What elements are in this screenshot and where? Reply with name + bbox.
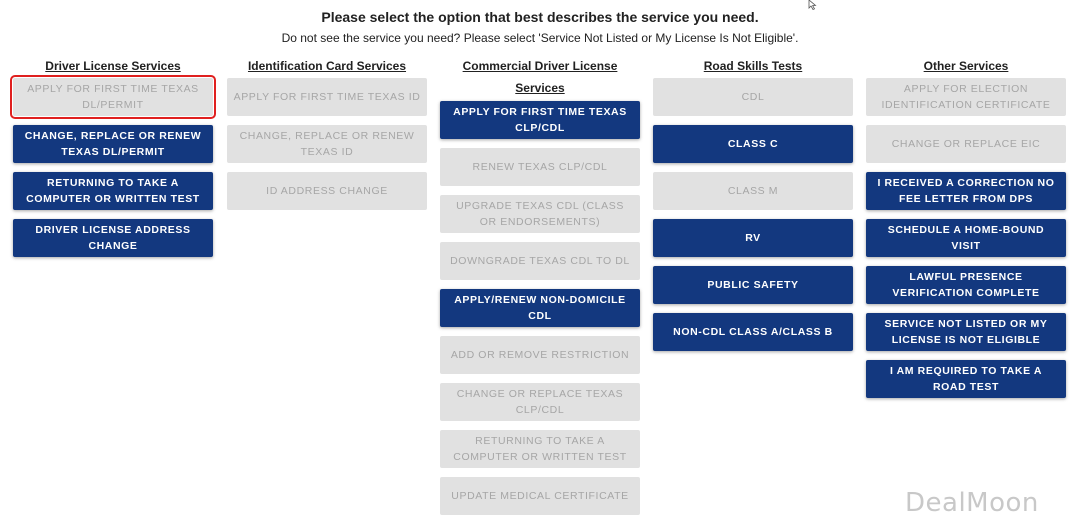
- column-title: Other Services: [923, 59, 1009, 73]
- btn-road-test-class-m[interactable]: CLASS M: [653, 172, 853, 210]
- btn-change-replace-eic[interactable]: CHANGE OR REPLACE EIC: [866, 125, 1066, 163]
- btn-returning-test-dl[interactable]: RETURNING TO TAKE A COMPUTER OR WRITTEN …: [13, 172, 213, 210]
- page-subtitle: Do not see the service you need? Please …: [281, 31, 799, 45]
- column-title: Identification Card Services: [247, 59, 407, 73]
- btn-apply-first-time-dl[interactable]: APPLY FOR FIRST TIME TEXAS DL/PERMIT: [10, 75, 216, 119]
- btn-returning-test-cdl[interactable]: RETURNING TO TAKE A COMPUTER OR WRITTEN …: [440, 430, 640, 468]
- btn-road-test-cdl[interactable]: CDL: [653, 78, 853, 116]
- btn-update-medical-certificate[interactable]: UPDATE MEDICAL CERTIFICATE: [440, 477, 640, 515]
- btn-non-domicile-cdl[interactable]: APPLY/RENEW NON-DOMICILE CDL: [440, 289, 640, 327]
- btn-apply-eic[interactable]: APPLY FOR ELECTION IDENTIFICATION CERTIF…: [866, 78, 1066, 116]
- btn-downgrade-cdl[interactable]: DOWNGRADE TEXAS CDL TO DL: [440, 242, 640, 280]
- btn-required-road-test[interactable]: I AM REQUIRED TO TAKE A ROAD TEST: [866, 360, 1066, 398]
- btn-road-test-non-cdl[interactable]: NON-CDL CLASS A/CLASS B: [653, 313, 853, 351]
- page-title: Please select the option that best descr…: [321, 9, 759, 25]
- column-road-skills-tests: Road Skills Tests CDL CLASS C CLASS M RV…: [653, 55, 853, 351]
- column-driver-license-services: Driver License Services APPLY FOR FIRST …: [10, 55, 216, 257]
- column-commercial-driver-license-services: Commercial Driver License Services APPLY…: [440, 55, 640, 515]
- column-identification-card-services: Identification Card Services APPLY FOR F…: [227, 55, 427, 210]
- btn-renew-cdl[interactable]: RENEW TEXAS CLP/CDL: [440, 148, 640, 186]
- btn-apply-first-time-id[interactable]: APPLY FOR FIRST TIME TEXAS ID: [227, 78, 427, 116]
- column-title: Road Skills Tests: [703, 59, 803, 73]
- btn-road-test-public-safety[interactable]: PUBLIC SAFETY: [653, 266, 853, 304]
- btn-change-replace-renew-id[interactable]: CHANGE, REPLACE OR RENEW TEXAS ID: [227, 125, 427, 163]
- mouse-cursor-icon: [808, 0, 817, 10]
- btn-apply-first-time-cdl[interactable]: APPLY FOR FIRST TIME TEXAS CLP/CDL: [440, 101, 640, 139]
- btn-home-bound-visit[interactable]: SCHEDULE A HOME-BOUND VISIT: [866, 219, 1066, 257]
- btn-road-test-rv[interactable]: RV: [653, 219, 853, 257]
- column-title: Commercial Driver License Services: [462, 59, 618, 95]
- btn-service-not-listed[interactable]: SERVICE NOT LISTED OR MY LICENSE IS NOT …: [866, 313, 1066, 351]
- btn-id-address-change[interactable]: ID ADDRESS CHANGE: [227, 172, 427, 210]
- btn-road-test-class-c[interactable]: CLASS C: [653, 125, 853, 163]
- btn-lawful-presence-verification[interactable]: LAWFUL PRESENCE VERIFICATION COMPLETE: [866, 266, 1066, 304]
- btn-upgrade-cdl[interactable]: UPGRADE TEXAS CDL (CLASS OR ENDORSEMENTS…: [440, 195, 640, 233]
- btn-correction-no-fee-letter[interactable]: I RECEIVED A CORRECTION NO FEE LETTER FR…: [866, 172, 1066, 210]
- btn-dl-address-change[interactable]: DRIVER LICENSE ADDRESS CHANGE: [13, 219, 213, 257]
- btn-change-replace-renew-dl[interactable]: CHANGE, REPLACE OR RENEW TEXAS DL/PERMIT: [13, 125, 213, 163]
- btn-add-remove-restriction[interactable]: ADD OR REMOVE RESTRICTION: [440, 336, 640, 374]
- column-title: Driver License Services: [45, 59, 181, 73]
- btn-change-replace-cdl[interactable]: CHANGE OR REPLACE TEXAS CLP/CDL: [440, 383, 640, 421]
- column-other-services: Other Services APPLY FOR ELECTION IDENTI…: [866, 55, 1066, 398]
- watermark: DealMoon: [905, 488, 1039, 518]
